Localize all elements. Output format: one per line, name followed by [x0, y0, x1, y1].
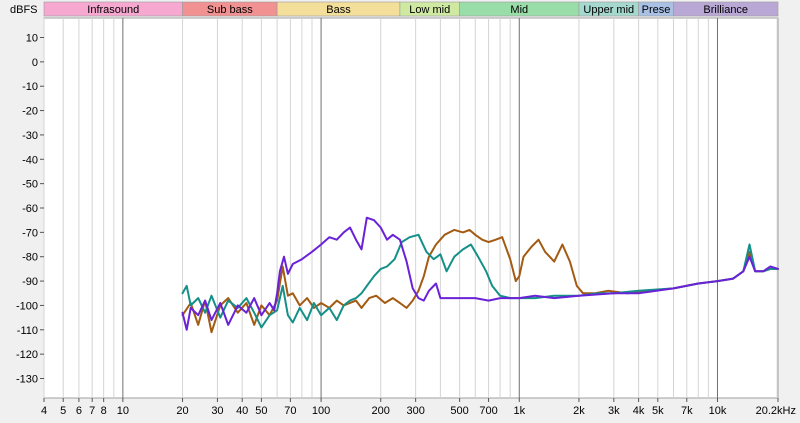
- x-tick-label: 20: [176, 405, 188, 417]
- x-tick-label: 2k: [573, 405, 585, 417]
- x-tick-label: 500: [450, 405, 468, 417]
- frequency-band-bar: Infrasound Sub bass Bass Low mid Mid Upper mi…: [43, 1, 779, 17]
- x-tick-label: 300: [406, 405, 424, 417]
- y-tick-label: -70: [22, 227, 38, 239]
- band-label: Mid: [510, 4, 528, 16]
- plot-area: [43, 17, 779, 399]
- x-tick-label: 1k: [513, 405, 525, 417]
- x-tick-label: 50: [255, 405, 267, 417]
- x-tick-label: 7k: [681, 405, 693, 417]
- y-tick-label: -30: [22, 130, 38, 142]
- band-label: Upper mid: [583, 4, 634, 16]
- y-tick-label: -50: [22, 179, 38, 191]
- y-tick-label: -60: [22, 203, 38, 215]
- y-tick-label: 0: [32, 57, 38, 69]
- x-tick-label: 8: [101, 405, 107, 417]
- band-label: Infrasound: [87, 4, 139, 16]
- x-tick-label: 100: [312, 405, 330, 417]
- x-tick-label: 30: [211, 405, 223, 417]
- band-label: Bass: [326, 4, 351, 16]
- band-label: Sub bass: [207, 4, 253, 16]
- y-axis-label: dBFS: [10, 4, 38, 16]
- y-tick-label: -120: [16, 349, 38, 361]
- y-tick-label: -110: [17, 325, 38, 337]
- x-tick-label: 20.2kHz: [756, 405, 796, 417]
- x-tick-label: 700: [479, 405, 497, 417]
- x-tick-label: 4: [41, 405, 47, 417]
- y-tick-label: -80: [22, 252, 38, 264]
- x-tick-label: 70: [284, 405, 296, 417]
- x-tick-label: 5k: [652, 405, 664, 417]
- x-tick-label: 6: [76, 405, 82, 417]
- y-tick-label: -40: [22, 154, 38, 166]
- x-tick-label: 200: [372, 405, 390, 417]
- y-tick-label: -20: [22, 106, 38, 118]
- x-tick-label: 40: [236, 405, 248, 417]
- x-tick-label: 3k: [608, 405, 620, 417]
- y-axis-ticks: 10 0 -10 -20 -30 -40 -50 -60 -70 -80 -90 -100 -110 -1…: [16, 32, 44, 386]
- spectrum-chart: Infrasound Sub bass Bass Low mid Mid Upper mi…: [10, 1, 796, 417]
- band-label: Low mid: [409, 4, 450, 16]
- y-tick-label: -130: [16, 374, 38, 386]
- y-tick-label: -10: [22, 81, 38, 93]
- y-tick-label: -100: [16, 300, 38, 312]
- y-tick-label: 10: [26, 32, 38, 44]
- x-tick-label: 10: [117, 405, 129, 417]
- y-tick-label: -90: [22, 276, 38, 288]
- x-tick-label: 7: [89, 405, 95, 417]
- x-axis-ticks: 4 5 6 7 8 10 20 30 40 50 70 100 200 300 500 700 1k 2k 3k 4k…: [41, 398, 796, 417]
- band-label: Brilliance: [703, 4, 748, 16]
- x-tick-label: 4k: [633, 405, 645, 417]
- x-tick-label: 10k: [709, 405, 727, 417]
- band-label: Prese: [642, 4, 671, 16]
- x-tick-label: 5: [60, 405, 66, 417]
